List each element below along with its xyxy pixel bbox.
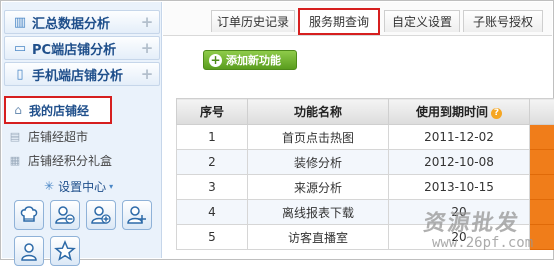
user-add-icon bbox=[90, 204, 112, 226]
table-row: 5 访客直播室 20 bbox=[177, 225, 554, 250]
remove-user-button[interactable] bbox=[50, 200, 80, 230]
table-row: 4 离线报表下载 20 bbox=[177, 200, 554, 225]
chef-hat-button[interactable] bbox=[14, 200, 44, 230]
sidebar-group-pc-shop-analysis[interactable]: ▭ PC端店铺分析 + bbox=[4, 36, 160, 60]
table-row: 3 来源分析 2013-10-15 bbox=[177, 175, 554, 200]
sidebar-group-label: 汇总数据分析 bbox=[32, 13, 138, 32]
tab-order-history[interactable]: 订单历史记录 bbox=[211, 10, 295, 32]
cell-expiry-date: 2011-12-02 bbox=[389, 125, 530, 150]
cell-expiry-date: 2012-10-08 bbox=[389, 150, 530, 175]
store-icon: ⌂ bbox=[10, 103, 26, 117]
expand-plus-icon[interactable]: + bbox=[138, 65, 156, 83]
add-new-feature-button[interactable]: + 添加新功能 bbox=[203, 50, 297, 70]
sidebar-item-label: 店铺经积分礼盒 bbox=[28, 152, 112, 169]
tab-sub-account-authorization[interactable]: 子账号授权 bbox=[463, 10, 543, 32]
table-row: 2 装修分析 2012-10-08 bbox=[177, 150, 554, 175]
cell-action-button[interactable] bbox=[530, 225, 554, 250]
bar-chart-icon: ▥ bbox=[11, 15, 29, 30]
lock-user-button[interactable] bbox=[14, 236, 44, 266]
sidebar-item-my-shop[interactable]: ⌂ 我的店铺经 bbox=[4, 96, 112, 124]
sidebar-item-points-gift-box[interactable]: ▦ 店铺经积分礼盒 bbox=[8, 150, 112, 170]
user-lock-icon bbox=[18, 240, 40, 262]
tab-bar: 订单历史记录 服务期查询 自定义设置 子账号授权 bbox=[163, 2, 552, 36]
star-icon bbox=[54, 240, 76, 262]
cell-index: 2 bbox=[177, 150, 248, 175]
column-header-label: 使用到期时间 bbox=[416, 105, 488, 119]
table-header-row: 序号 功能名称 使用到期时间? bbox=[177, 99, 554, 125]
cell-feature-name: 离线报表下载 bbox=[248, 200, 389, 225]
column-header-feature-name: 功能名称 bbox=[248, 99, 389, 125]
add-user-button[interactable] bbox=[86, 200, 116, 230]
sidebar: ▥ 汇总数据分析 + ▭ PC端店铺分析 + ▯ 手机端店铺分析 + ⌂ 我的店… bbox=[2, 2, 162, 258]
cell-expiry-date: 20 bbox=[389, 225, 530, 250]
cell-feature-name: 首页点击热图 bbox=[248, 125, 389, 150]
table-row: 1 首页点击热图 2011-12-02 bbox=[177, 125, 554, 150]
cell-action-button[interactable] bbox=[530, 200, 554, 225]
sidebar-group-label: 手机端店铺分析 bbox=[32, 65, 138, 84]
chef-hat-icon bbox=[18, 204, 40, 226]
user-remove-icon bbox=[54, 204, 76, 226]
settings-center-label: 设置中心 bbox=[58, 178, 106, 195]
user-search-icon bbox=[126, 204, 148, 226]
mobile-icon: ▯ bbox=[11, 67, 29, 82]
cell-index: 5 bbox=[177, 225, 248, 250]
cell-index: 4 bbox=[177, 200, 248, 225]
cell-feature-name: 装修分析 bbox=[248, 150, 389, 175]
sidebar-group-label: PC端店铺分析 bbox=[32, 39, 138, 58]
cell-index: 1 bbox=[177, 125, 248, 150]
sidebar-item-label: 我的店铺经 bbox=[29, 102, 89, 119]
settings-center-dropdown[interactable]: ✳ 设置中心 ▾ bbox=[44, 177, 113, 195]
search-user-button[interactable] bbox=[122, 200, 152, 230]
cell-action-button[interactable] bbox=[530, 175, 554, 200]
tab-custom-settings[interactable]: 自定义设置 bbox=[384, 10, 460, 32]
cell-action-button[interactable] bbox=[530, 125, 554, 150]
column-header-expiry-date: 使用到期时间? bbox=[389, 99, 530, 125]
sidebar-group-mobile-shop-analysis[interactable]: ▯ 手机端店铺分析 + bbox=[4, 62, 160, 86]
cell-expiry-date: 20 bbox=[389, 200, 530, 225]
chevron-down-icon: ▾ bbox=[109, 182, 113, 191]
service-period-table: 序号 功能名称 使用到期时间? 1 首页点击热图 2011-12-02 2 装修… bbox=[176, 98, 554, 250]
cell-feature-name: 来源分析 bbox=[248, 175, 389, 200]
cell-feature-name: 访客直播室 bbox=[248, 225, 389, 250]
add-new-feature-label: 添加新功能 bbox=[226, 52, 281, 68]
monitor-icon: ▭ bbox=[11, 41, 29, 56]
cell-index: 3 bbox=[177, 175, 248, 200]
cell-expiry-date: 2013-10-15 bbox=[389, 175, 530, 200]
sidebar-group-summary-analysis[interactable]: ▥ 汇总数据分析 + bbox=[4, 10, 160, 34]
cell-action-button[interactable] bbox=[530, 150, 554, 175]
gift-icon: ▦ bbox=[8, 154, 22, 167]
sidebar-item-label: 店铺经超市 bbox=[28, 128, 88, 145]
favorite-button[interactable] bbox=[50, 236, 80, 266]
expand-plus-icon[interactable]: + bbox=[138, 13, 156, 31]
gear-icon: ✳ bbox=[44, 179, 54, 193]
sidebar-item-shop-market[interactable]: ▤ 店铺经超市 bbox=[8, 126, 88, 146]
shopping-cart-icon: ▤ bbox=[8, 130, 22, 143]
question-icon[interactable]: ? bbox=[491, 108, 502, 119]
tab-service-period-query[interactable]: 服务期查询 bbox=[298, 8, 380, 35]
column-header-index: 序号 bbox=[177, 99, 248, 125]
column-header-extra bbox=[530, 99, 554, 125]
expand-plus-icon[interactable]: + bbox=[138, 39, 156, 57]
plus-icon: + bbox=[209, 54, 222, 67]
